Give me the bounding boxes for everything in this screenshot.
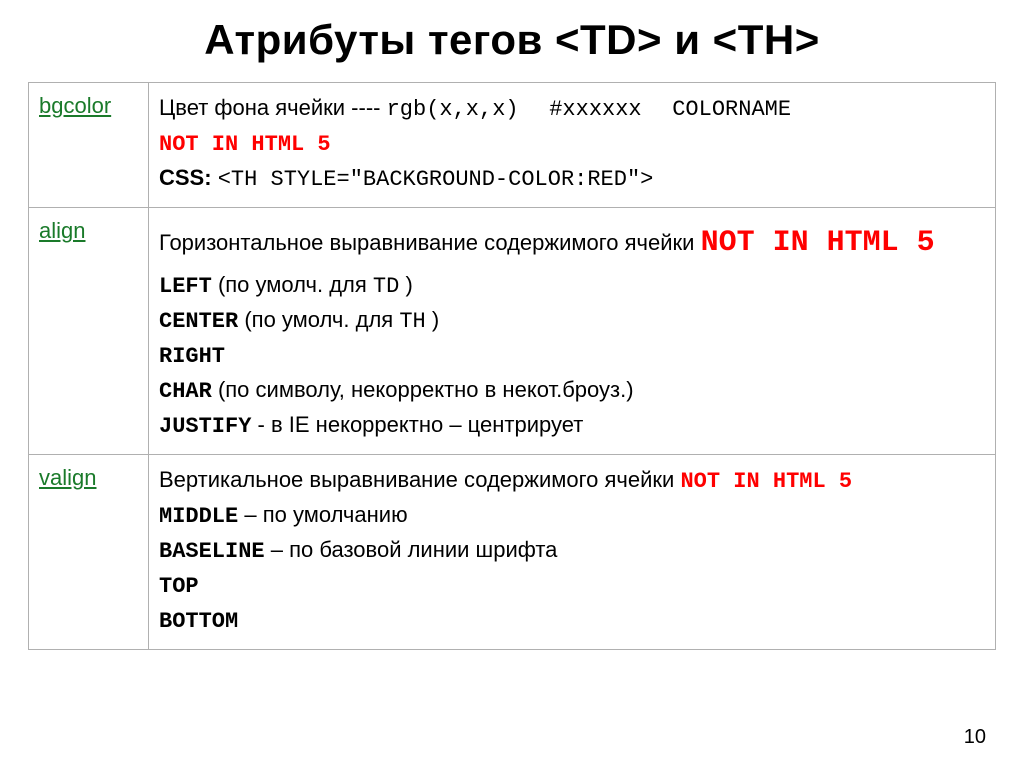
valign-link[interactable]: valign <box>39 465 96 490</box>
table-row: align Горизонтальное выравнивание содерж… <box>29 208 996 455</box>
table-row: valign Вертикальное выравнивание содержи… <box>29 455 996 650</box>
align-center: CENTER <box>159 309 238 334</box>
align-link[interactable]: align <box>39 218 85 243</box>
attributes-table: bgcolor Цвет фона ячейки ---- rgb(x,x,x)… <box>28 82 996 650</box>
align-left-note: (по умолч. для <box>218 272 373 297</box>
table-row: bgcolor Цвет фона ячейки ---- rgb(x,x,x)… <box>29 83 996 208</box>
align-left-tag: TD <box>373 274 399 299</box>
align-char-note: (по символу, некорректно в некот.броуз.) <box>218 377 634 402</box>
valign-middle-note: – по умолчанию <box>244 502 407 527</box>
align-left: LEFT <box>159 274 212 299</box>
align-justify: JUSTIFY <box>159 414 251 439</box>
valign-desc: Вертикальное выравнивание содержимого яч… <box>159 467 680 492</box>
attr-name-cell: align <box>29 208 149 455</box>
valign-top: TOP <box>159 574 199 599</box>
bgcolor-rgb: rgb(x,x,x) <box>387 97 519 122</box>
align-center-note-end: ) <box>432 307 439 332</box>
attr-name-cell: bgcolor <box>29 83 149 208</box>
valign-deprecated: NOT IN HTML 5 <box>680 469 852 494</box>
bgcolor-link[interactable]: bgcolor <box>39 93 111 118</box>
align-center-note: (по умолч. для <box>244 307 399 332</box>
align-left-note-end: ) <box>405 272 412 297</box>
align-justify-note: - в IE некорректно – центрирует <box>258 412 584 437</box>
attr-desc-cell: Цвет фона ячейки ---- rgb(x,x,x) #xxxxxx… <box>149 83 996 208</box>
css-example: <TH STYLE="BACKGROUND-COLOR:RED"> <box>218 167 654 192</box>
align-deprecated: NOT IN HTML 5 <box>701 226 935 260</box>
valign-baseline-note: – по базовой линии шрифта <box>271 537 558 562</box>
valign-baseline: BASELINE <box>159 539 265 564</box>
page-number: 10 <box>964 726 986 749</box>
valign-bottom: BOTTOM <box>159 609 238 634</box>
bgcolor-desc: Цвет фона ячейки ---- <box>159 95 387 120</box>
align-desc: Горизонтальное выравнивание содержимого … <box>159 230 701 255</box>
valign-middle: MIDDLE <box>159 504 238 529</box>
attr-desc-cell: Горизонтальное выравнивание содержимого … <box>149 208 996 455</box>
page-title: Атрибуты тегов <TD> и <TH> <box>28 16 996 64</box>
bgcolor-deprecated: NOT IN HTML 5 <box>159 132 331 157</box>
attr-name-cell: valign <box>29 455 149 650</box>
align-right: RIGHT <box>159 344 225 369</box>
bgcolor-colorname: COLORNAME <box>672 97 791 122</box>
bgcolor-hex: #xxxxxx <box>549 97 641 122</box>
attr-desc-cell: Вертикальное выравнивание содержимого яч… <box>149 455 996 650</box>
align-center-tag: TH <box>399 309 425 334</box>
align-char: CHAR <box>159 379 212 404</box>
css-label: CSS: <box>159 165 212 190</box>
